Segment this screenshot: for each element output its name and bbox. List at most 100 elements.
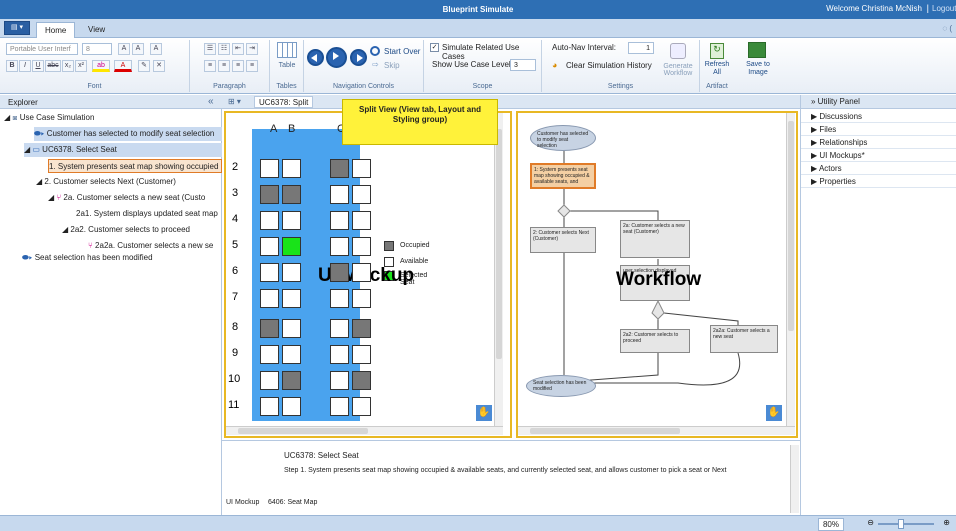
pan-hand-icon[interactable]: ✋ bbox=[476, 405, 492, 421]
seat-10-0[interactable] bbox=[260, 371, 279, 390]
seat-7-3[interactable] bbox=[352, 289, 371, 308]
seat-9-0[interactable] bbox=[260, 345, 279, 364]
align-center-icon[interactable]: ≡ bbox=[218, 60, 230, 72]
shrink-font-button[interactable]: A bbox=[132, 43, 144, 55]
seat-4-3[interactable] bbox=[352, 211, 371, 230]
seat-10-1[interactable] bbox=[282, 371, 301, 390]
justify-icon[interactable]: ≡ bbox=[246, 60, 258, 72]
zoom-out-icon[interactable]: ⊖ bbox=[867, 518, 874, 527]
seat-3-2[interactable] bbox=[330, 185, 349, 204]
zoom-in-icon[interactable]: ⊕ bbox=[943, 518, 950, 527]
underline-button[interactable]: U bbox=[32, 60, 44, 72]
app-menu-button[interactable]: ▤ ▾ bbox=[4, 21, 30, 35]
clear-format-button[interactable]: A bbox=[150, 43, 162, 55]
utility-item-discussions[interactable]: ▶ Discussions bbox=[801, 110, 956, 123]
tree-node-step-2[interactable]: ◢ 2. Customer selects Next (Customer) bbox=[36, 175, 222, 189]
utility-item-actors[interactable]: ▶ Actors bbox=[801, 162, 956, 175]
seat-4-2[interactable] bbox=[330, 211, 349, 230]
seat-10-3[interactable] bbox=[352, 371, 371, 390]
seat-11-2[interactable] bbox=[330, 397, 349, 416]
mockup-vscroll[interactable] bbox=[494, 113, 503, 426]
numbering-icon[interactable]: ☷ bbox=[218, 43, 230, 55]
utility-item-relationships[interactable]: ▶ Relationships bbox=[801, 136, 956, 149]
seat-4-0[interactable] bbox=[260, 211, 279, 230]
layout-grid-icon[interactable]: ⊞ ▾ bbox=[228, 97, 241, 106]
mockup-hscroll[interactable] bbox=[226, 426, 503, 435]
help-icon[interactable]: ◌ ( bbox=[942, 24, 952, 33]
generate-workflow-icon[interactable] bbox=[670, 43, 686, 59]
seat-3-0[interactable] bbox=[260, 185, 279, 204]
outdent-icon[interactable]: ⇤ bbox=[232, 43, 244, 55]
seat-2-1[interactable] bbox=[282, 159, 301, 178]
tree-node-step-2a1[interactable]: 2a1. System displays updated seat map bbox=[76, 207, 222, 221]
skip-icon[interactable]: ⇨ bbox=[372, 60, 379, 69]
superscript-button[interactable]: x² bbox=[75, 60, 87, 72]
seat-11-3[interactable] bbox=[352, 397, 371, 416]
save-to-image-button[interactable]: Save to Image bbox=[738, 61, 778, 77]
seat-3-1[interactable] bbox=[282, 185, 301, 204]
clear-icon[interactable]: ✕ bbox=[153, 60, 165, 72]
workflow-hscroll[interactable] bbox=[518, 426, 795, 435]
italic-button[interactable]: I bbox=[19, 60, 31, 72]
workflow-step-1[interactable]: 1: System presents seat map showing occu… bbox=[530, 163, 596, 189]
seat-5-1[interactable] bbox=[282, 237, 301, 256]
highlight-icon[interactable]: ab bbox=[92, 60, 110, 72]
collapse-explorer-icon[interactable]: « bbox=[208, 96, 214, 107]
workflow-pan-hand-icon[interactable]: ✋ bbox=[766, 405, 782, 421]
tree-node-usecase[interactable]: ◢ ▭ UC6378. Select Seat bbox=[24, 143, 222, 157]
align-right-icon[interactable]: ≡ bbox=[232, 60, 244, 72]
clear-history-button[interactable]: Clear Simulation History bbox=[566, 61, 652, 70]
seat-10-2[interactable] bbox=[330, 371, 349, 390]
workflow-vscroll[interactable] bbox=[786, 113, 795, 426]
logout-link[interactable]: Logout bbox=[932, 4, 956, 13]
seat-6-0[interactable] bbox=[260, 263, 279, 282]
tab-view[interactable]: View bbox=[80, 22, 113, 38]
save-image-icon[interactable] bbox=[748, 42, 766, 58]
tree-node-root[interactable]: ◢ ⧆ Use Case Simulation bbox=[4, 111, 222, 125]
seat-3-3[interactable] bbox=[352, 185, 371, 204]
start-over-icon[interactable] bbox=[370, 46, 380, 56]
detail-vscroll[interactable] bbox=[790, 445, 799, 513]
grow-font-button[interactable]: A bbox=[118, 43, 130, 55]
seat-11-0[interactable] bbox=[260, 397, 279, 416]
table-button-label[interactable]: Table bbox=[270, 62, 304, 69]
zoom-slider-thumb[interactable] bbox=[898, 519, 904, 529]
eraser-icon[interactable]: ✎ bbox=[138, 60, 150, 72]
seat-2-2[interactable] bbox=[330, 159, 349, 178]
workflow-step-2[interactable]: 2: Customer selects Next (Customer) bbox=[530, 227, 596, 253]
seat-8-0[interactable] bbox=[260, 319, 279, 338]
tree-node-step-2a2[interactable]: ◢ 2a2. Customer selects to proceed bbox=[62, 223, 222, 237]
generate-workflow-button[interactable]: Generate Workflow bbox=[660, 63, 696, 77]
seat-9-2[interactable] bbox=[330, 345, 349, 364]
workflow-step-2a2[interactable]: 2a2: Customer selects to proceed bbox=[620, 329, 690, 353]
refresh-icon[interactable]: ↻ bbox=[710, 43, 724, 59]
seat-5-2[interactable] bbox=[330, 237, 349, 256]
workflow-step-2a2a[interactable]: 2a2a: Customer selects a new seat bbox=[710, 325, 778, 353]
bullets-icon[interactable]: ☰ bbox=[204, 43, 216, 55]
workflow-start-node[interactable]: Customer has selected to modify seat sel… bbox=[530, 125, 596, 151]
next-icon[interactable] bbox=[350, 49, 367, 66]
zoom-slider[interactable] bbox=[878, 523, 934, 525]
seat-5-3[interactable] bbox=[352, 237, 371, 256]
view-tab[interactable]: UC6378: Split bbox=[254, 96, 314, 108]
bold-button[interactable]: B bbox=[6, 60, 18, 72]
tree-node-precondition[interactable]: ⬬▸ Customer has selected to modify seat … bbox=[34, 127, 222, 141]
show-level-combo[interactable]: 3 bbox=[510, 59, 536, 71]
tree-node-step-2a[interactable]: ◢ ⑂ 2a. Customer selects a new seat (Cus… bbox=[48, 191, 222, 205]
start-over-button[interactable]: Start Over bbox=[384, 47, 420, 56]
utility-item-properties[interactable]: ▶ Properties bbox=[801, 175, 956, 188]
seat-9-1[interactable] bbox=[282, 345, 301, 364]
skip-button[interactable]: Skip bbox=[384, 61, 400, 70]
seat-4-1[interactable] bbox=[282, 211, 301, 230]
tree-node-step-1[interactable]: 1. System presents seat map showing occu… bbox=[48, 159, 222, 173]
play-icon[interactable] bbox=[326, 47, 347, 68]
ui-mockup-field-value[interactable]: 6406: Seat Map bbox=[268, 499, 317, 506]
seat-8-3[interactable] bbox=[352, 319, 371, 338]
subscript-button[interactable]: x₂ bbox=[62, 60, 74, 72]
seat-2-3[interactable] bbox=[352, 159, 371, 178]
utility-item-files[interactable]: ▶ Files bbox=[801, 123, 956, 136]
tree-node-postcondition[interactable]: ⬬▸ Seat selection has been modified bbox=[22, 251, 222, 265]
previous-icon[interactable] bbox=[307, 49, 324, 66]
seat-9-3[interactable] bbox=[352, 345, 371, 364]
seat-8-1[interactable] bbox=[282, 319, 301, 338]
